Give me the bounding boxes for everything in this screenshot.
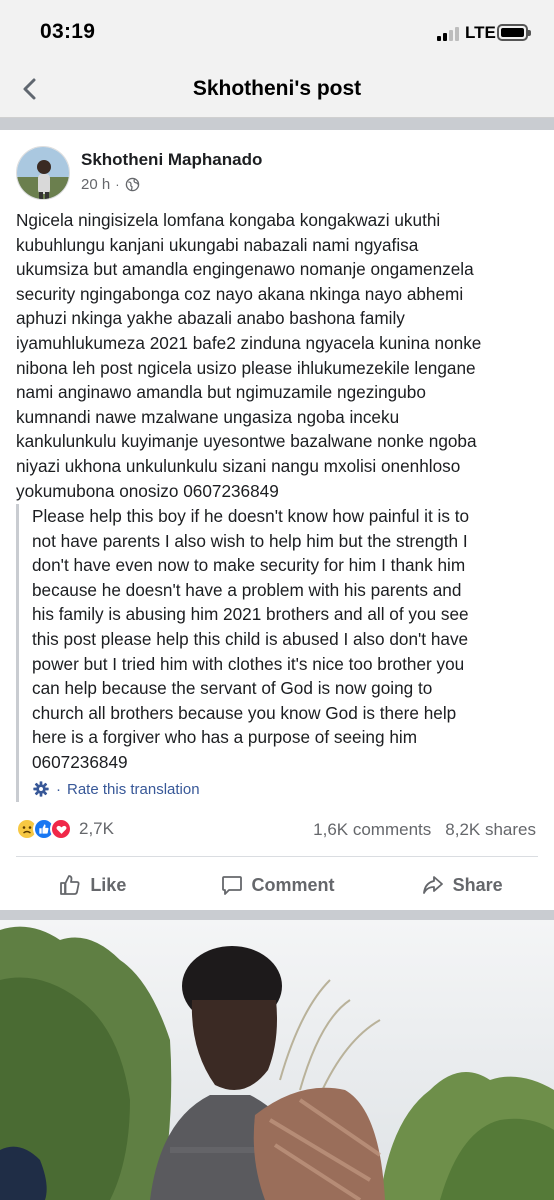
meta-separator: · xyxy=(115,177,120,192)
rate-separator: · xyxy=(56,780,61,798)
share-button[interactable]: Share xyxy=(369,860,554,910)
section-separator xyxy=(0,118,554,130)
reaction-count: 2,7K xyxy=(79,819,114,838)
signal-icon xyxy=(437,27,461,41)
love-reaction-icon xyxy=(50,818,72,840)
globe-icon xyxy=(125,177,139,192)
gear-icon xyxy=(33,781,49,797)
action-bar: Like Comment Share xyxy=(0,860,554,910)
share-label: Share xyxy=(452,874,503,895)
like-label: Like xyxy=(90,874,127,895)
share-count[interactable]: 8,2K shares xyxy=(445,820,536,840)
comment-button[interactable]: Comment xyxy=(185,860,370,910)
thumbs-up-icon xyxy=(60,875,80,895)
battery-icon xyxy=(497,24,531,41)
post-photo[interactable] xyxy=(0,920,554,1200)
divider xyxy=(16,856,538,857)
status-bar: 03:19 LTE xyxy=(0,0,554,62)
page-title: Skhotheni's post xyxy=(192,77,362,100)
section-separator xyxy=(0,910,554,920)
translation-text: Please help this boy if he doesn't know … xyxy=(32,506,470,772)
comment-label: Comment xyxy=(251,874,335,895)
post-time[interactable]: 20 h xyxy=(81,176,110,193)
nav-header: Skhotheni's post xyxy=(0,62,554,118)
rate-translation-link[interactable]: · Rate this translation xyxy=(32,780,200,798)
translation-block: Please help this boy if he doesn't know … xyxy=(16,504,544,802)
avatar[interactable] xyxy=(16,146,70,200)
engagement-counts: 1,6K comments 8,2K shares xyxy=(313,820,536,840)
post-meta: 20 h · xyxy=(81,176,140,193)
avatar-image xyxy=(17,147,69,199)
like-button[interactable]: Like xyxy=(0,860,185,910)
post-author[interactable]: Skhotheni Maphanado xyxy=(81,150,262,170)
network-type: LTE xyxy=(465,23,496,42)
status-time: 03:19 xyxy=(40,20,96,43)
post-photo-image xyxy=(0,920,554,1200)
comment-count[interactable]: 1,6K comments xyxy=(313,820,431,840)
comment-icon xyxy=(221,876,242,895)
reactions-summary[interactable]: 2,7K xyxy=(16,818,114,840)
post-text: Ngicela ningisizela lomfana kongaba kong… xyxy=(16,210,482,501)
share-icon xyxy=(422,876,443,894)
rate-translation-label: Rate this translation xyxy=(67,780,200,798)
